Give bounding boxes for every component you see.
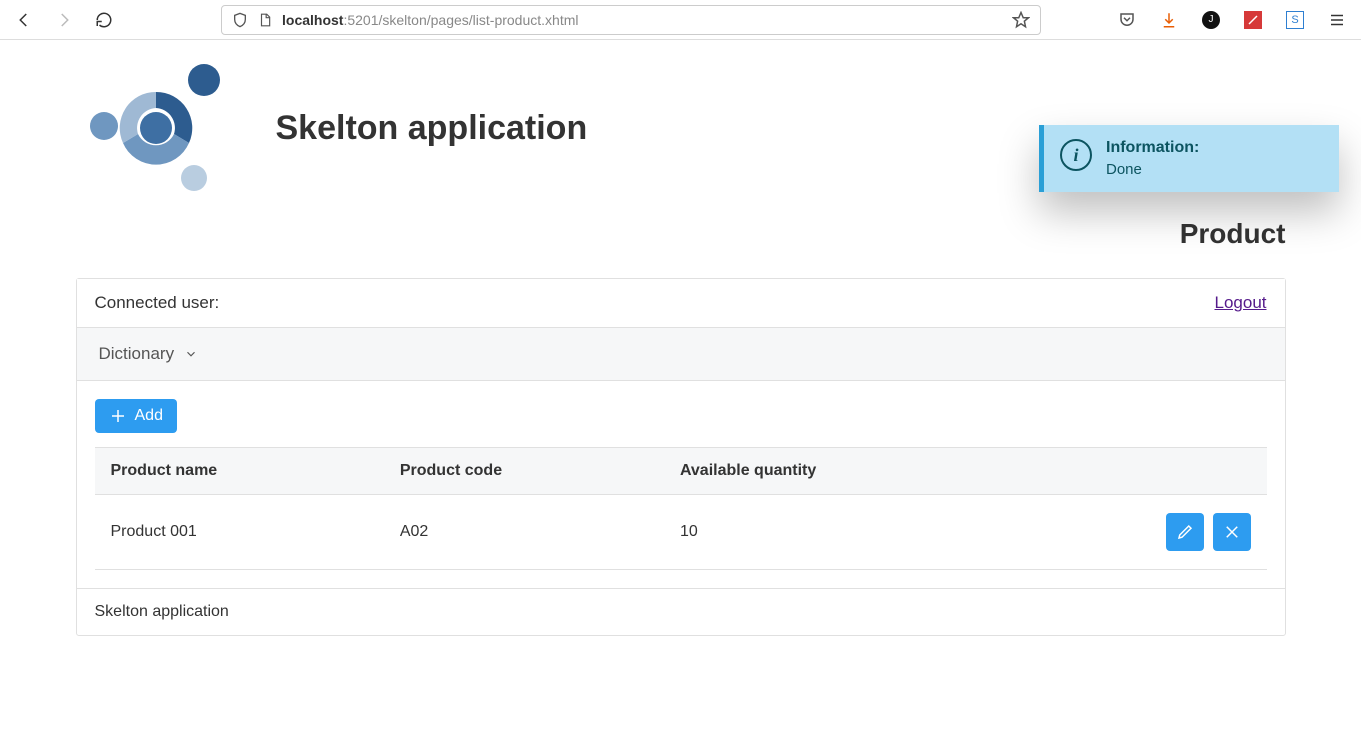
page-icon — [258, 12, 272, 28]
extension-icon-1[interactable] — [1244, 11, 1262, 29]
reload-button[interactable] — [95, 11, 113, 29]
app-logo — [76, 48, 236, 208]
cell-actions — [1015, 495, 1266, 570]
edit-button[interactable] — [1166, 513, 1204, 551]
col-product-code: Product code — [384, 448, 664, 495]
content-body: Add Product name Product code Available … — [77, 381, 1285, 588]
info-icon: i — [1060, 139, 1092, 171]
table-header-row: Product name Product code Available quan… — [95, 448, 1267, 495]
delete-button[interactable] — [1213, 513, 1251, 551]
url-bar[interactable]: localhost:5201/skelton/pages/list-produc… — [221, 5, 1041, 35]
page-heading: Product — [1180, 218, 1286, 250]
logout-link[interactable]: Logout — [1215, 293, 1267, 313]
browser-toolbar: localhost:5201/skelton/pages/list-produc… — [0, 0, 1361, 40]
download-icon[interactable] — [1160, 11, 1178, 29]
cell-product-name: Product 001 — [95, 495, 384, 570]
chevron-down-icon — [184, 347, 198, 361]
dictionary-label: Dictionary — [99, 344, 175, 364]
bookmark-star-icon[interactable] — [1012, 11, 1030, 29]
hamburger-menu-icon[interactable] — [1328, 11, 1346, 29]
col-actions — [1015, 448, 1266, 495]
connected-user-label: Connected user: — [95, 293, 220, 313]
dictionary-menu[interactable]: Dictionary — [99, 344, 199, 364]
pencil-icon — [1176, 523, 1194, 541]
main-card: Connected user: Logout Dictionary Add Pr… — [76, 278, 1286, 636]
browser-right-icons: J S — [1118, 11, 1346, 29]
cell-available-qty: 10 — [664, 495, 1015, 570]
url-host: localhost — [282, 12, 343, 28]
info-toast: i Information: Done — [1039, 125, 1339, 192]
product-table: Product name Product code Available quan… — [95, 447, 1267, 570]
toast-title: Information: — [1106, 139, 1199, 157]
shield-icon — [232, 12, 248, 28]
plus-icon — [109, 407, 127, 425]
url-path: :5201/skelton/pages/list-product.xhtml — [343, 12, 578, 28]
pocket-icon[interactable] — [1118, 11, 1136, 29]
extension-icon-2[interactable]: S — [1286, 11, 1304, 29]
forward-button[interactable] — [55, 11, 73, 29]
card-footer: Skelton application — [77, 588, 1285, 635]
profile-icon[interactable]: J — [1202, 11, 1220, 29]
user-bar: Connected user: Logout — [77, 279, 1285, 328]
url-text: localhost:5201/skelton/pages/list-produc… — [282, 12, 578, 28]
nav-buttons — [15, 11, 113, 29]
back-button[interactable] — [15, 11, 33, 29]
table-row: Product 001 A02 10 — [95, 495, 1267, 570]
col-available-qty: Available quantity — [664, 448, 1015, 495]
add-button[interactable]: Add — [95, 399, 177, 433]
toast-body: Done — [1106, 161, 1199, 178]
cell-product-code: A02 — [384, 495, 664, 570]
add-label: Add — [135, 407, 163, 425]
close-icon — [1223, 523, 1241, 541]
col-product-name: Product name — [95, 448, 384, 495]
app-title: Skelton application — [276, 109, 588, 148]
menu-bar: Dictionary — [77, 328, 1285, 381]
